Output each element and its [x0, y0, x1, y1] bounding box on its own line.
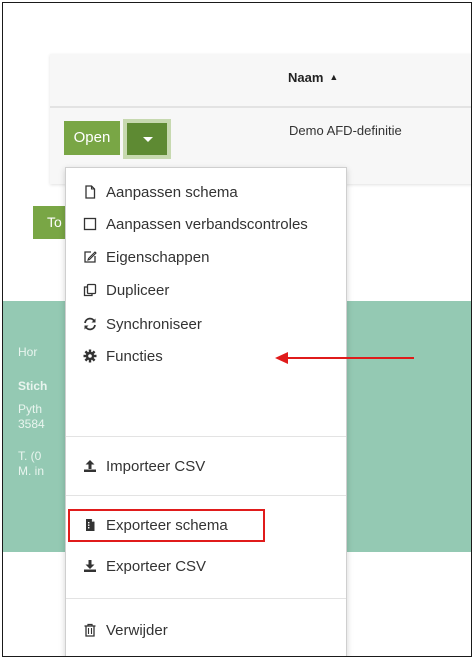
upload-icon — [82, 458, 98, 474]
sort-ascending-icon: ▲ — [329, 72, 339, 82]
footer-text-3: Pyth — [18, 402, 43, 416]
menu-item-label: Exporteer CSV — [106, 557, 207, 575]
menu-item-aanpassen-verbandscontroles[interactable]: Aanpassen verbandscontroles — [66, 209, 346, 239]
open-button[interactable]: Open — [64, 121, 120, 155]
footer-text-2: Stich — [18, 379, 48, 393]
menu-item-eigenschappen[interactable]: Eigenschappen — [66, 242, 346, 272]
menu-divider — [66, 598, 346, 599]
open-dropdown-toggle[interactable] — [123, 119, 171, 159]
footer-text-5: T. (0 — [18, 449, 42, 463]
menu-divider — [66, 436, 346, 437]
menu-item-label: Synchroniseer — [106, 315, 202, 333]
caret-down-icon — [143, 137, 153, 142]
download-icon — [82, 558, 98, 574]
menu-item-verwijder[interactable]: Verwijder — [66, 615, 346, 645]
column-header-name[interactable]: Naam ▲ — [288, 70, 338, 85]
trash-icon — [82, 622, 98, 638]
table-cell-name: Demo AFD-definitie — [289, 123, 402, 138]
footer-text-4: 3584 — [18, 417, 45, 431]
sync-icon — [82, 316, 98, 332]
actions-dropdown-menu: Aanpassen schema Aanpassen verbandscontr… — [65, 167, 347, 656]
menu-item-dupliceer[interactable]: Dupliceer — [66, 275, 346, 305]
file-icon — [82, 184, 98, 200]
footer-text-6: M. in — [18, 464, 45, 478]
edit-icon — [82, 249, 98, 265]
definitions-table: Naam ▲ Open Demo AFD-definitie — [50, 54, 471, 184]
red-arrow-annotation — [275, 352, 414, 364]
menu-item-label: Aanpassen verbandscontroles — [106, 215, 308, 233]
menu-item-label: Aanpassen schema — [106, 183, 238, 201]
menu-item-synchroniseer[interactable]: Synchroniseer — [66, 309, 346, 339]
menu-item-label: Functies — [106, 347, 163, 365]
gear-icon — [82, 348, 98, 364]
highlight-box — [68, 509, 265, 542]
footer-text-1: Hor — [18, 345, 38, 359]
square-icon — [82, 216, 98, 232]
menu-item-label: Eigenschappen — [106, 248, 210, 266]
table-header: Naam ▲ — [50, 54, 471, 108]
menu-item-label: Verwijder — [106, 621, 168, 639]
menu-item-label: Importeer CSV — [106, 457, 206, 475]
menu-item-label: Dupliceer — [106, 281, 170, 299]
copy-icon — [82, 282, 98, 298]
menu-item-importeer-csv[interactable]: Importeer CSV — [66, 451, 346, 481]
menu-divider — [66, 495, 346, 496]
menu-item-exporteer-csv[interactable]: Exporteer CSV — [66, 551, 346, 581]
menu-item-aanpassen-schema[interactable]: Aanpassen schema — [66, 177, 346, 207]
screenshot-frame: Naam ▲ Open Demo AFD-definitie To Hor Sti… — [2, 2, 472, 657]
